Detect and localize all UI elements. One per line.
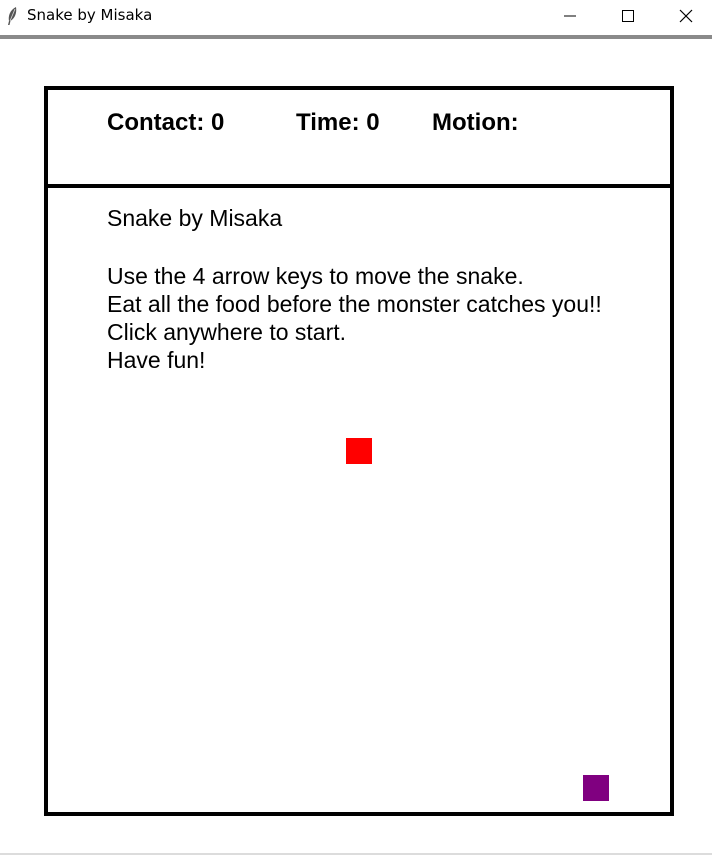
contact-counter: Contact: 0 [107, 109, 225, 136]
minimize-icon [564, 15, 576, 17]
close-button[interactable] [657, 0, 712, 32]
intro-line: Have fun! [107, 347, 206, 373]
intro-title: Snake by Misaka [107, 205, 283, 231]
maximize-button[interactable] [599, 0, 657, 32]
intro-line: Click anywhere to start. [107, 319, 347, 345]
title-bar: Snake by Misaka [0, 0, 712, 34]
hud-divider [44, 184, 674, 188]
motion-indicator: Motion: [432, 109, 519, 136]
intro-line: Use the 4 arrow keys to move the snake. [107, 263, 524, 289]
time-counter: Time: 0 [296, 109, 380, 136]
feather-icon [5, 6, 19, 26]
title-bar-separator [0, 35, 712, 39]
food-block [346, 438, 372, 464]
maximize-icon [622, 10, 634, 22]
minimize-button[interactable] [541, 0, 599, 32]
close-icon [679, 9, 693, 23]
window-title: Snake by Misaka [27, 6, 153, 24]
monster-block [583, 775, 609, 801]
intro-line: Eat all the food before the monster catc… [107, 291, 602, 317]
